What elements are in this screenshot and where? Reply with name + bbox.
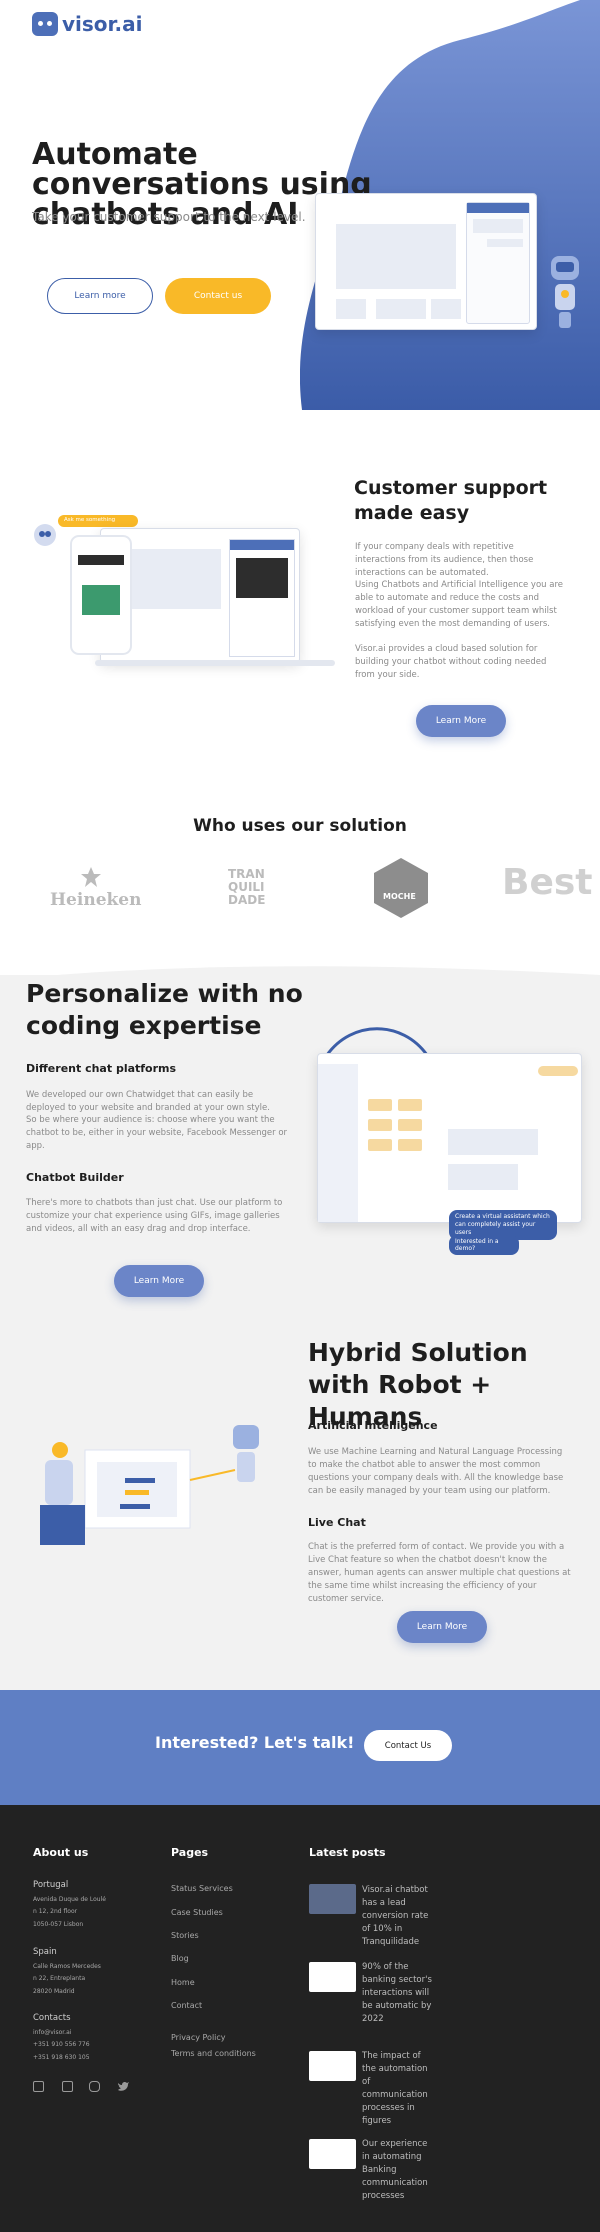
instagram-icon[interactable]: [89, 2081, 100, 2092]
footer-es-address-1: Calle Ramos Mercedes: [33, 1963, 101, 1970]
footer-latest-heading: Latest posts: [309, 1846, 386, 1859]
chat-platforms-text: We developed our own Chatwidget that can…: [26, 1090, 270, 1113]
client-logo-tranquilidade: TRANQUILIDADE: [228, 867, 266, 907]
robot-human-illustration: [40, 1425, 259, 1545]
post-title-1[interactable]: Visor.ai chatbot has a lead conversion r…: [362, 1884, 432, 1949]
post-thumbnail-4[interactable]: [309, 2139, 356, 2169]
robot-head-icon: [34, 524, 56, 546]
chatbot-builder-heading: Chatbot Builder: [26, 1171, 124, 1184]
footer-pt-address-2: n 12, 2nd floor: [33, 1908, 78, 1915]
footer-link-contact[interactable]: Contact: [171, 2001, 202, 2010]
logo[interactable]: visor.ai: [32, 12, 143, 36]
cta-text: Interested? Let's talk!: [155, 1733, 355, 1752]
chatbot-builder-text: There's more to chatbots than just chat.…: [26, 1198, 283, 1234]
footer-pt-address-1: Avenida Duque de Loulé: [33, 1896, 106, 1903]
post-title-4[interactable]: Our experience in automating Banking com…: [362, 2138, 432, 2203]
footer-email[interactable]: info@visor.ai: [33, 2028, 71, 2038]
client-logo-best: Best: [502, 862, 593, 903]
client-logo-heineken: Heineken: [50, 890, 142, 910]
footer-phone-1[interactable]: +351 910 556 776: [33, 2040, 90, 2050]
clients-title: Who uses our solution: [193, 816, 407, 836]
cta-contact-button[interactable]: Contact Us: [364, 1730, 452, 1761]
footer-link-stories[interactable]: Stories: [171, 1931, 199, 1940]
post-thumbnail-3[interactable]: [309, 2051, 356, 2081]
learn-more-button[interactable]: Learn more: [47, 278, 153, 314]
footer: [0, 1805, 600, 2232]
footer-spain: Spain: [33, 1947, 57, 1957]
hero-dashboard-mockup: [315, 193, 537, 330]
ask-badge: Ask me something: [64, 517, 116, 523]
footer-phone-2[interactable]: +351 918 630 105: [33, 2053, 90, 2063]
footer-link-terms[interactable]: Terms and conditions: [171, 2049, 256, 2058]
builder-illustration: Create a virtual assistant which can com…: [312, 1025, 587, 1255]
support-paragraph-3: Visor.ai provides a cloud based solution…: [355, 644, 547, 680]
footer-es-address-2: n 22, Entreplanta: [33, 1975, 86, 1982]
footer-link-privacy[interactable]: Privacy Policy: [171, 2033, 226, 2042]
robot-illustration-icon: [551, 256, 579, 328]
client-logo-moche-shape: [374, 858, 428, 918]
footer-link-case-studies[interactable]: Case Studies: [171, 1908, 223, 1917]
hero-subtitle: Take your customer support to the next l…: [32, 210, 306, 224]
support-paragraph-2: Using Chatbots and Artificial Intelligen…: [355, 580, 564, 629]
footer-link-blog[interactable]: Blog: [171, 1954, 189, 1963]
support-title: Customer support made easy: [354, 477, 548, 524]
footer-about-heading: About us: [33, 1846, 89, 1859]
footer-contacts: Contacts: [33, 2013, 71, 2023]
support-learn-more-button[interactable]: Learn More: [416, 705, 506, 737]
chat-bubble-2: Interested in a demo?: [449, 1235, 519, 1255]
footer-es-address-3: 28020 Madrid: [33, 1988, 75, 1995]
ai-text: We use Machine Learning and Natural Lang…: [308, 1447, 564, 1496]
post-title-3[interactable]: The impact of the automation of communic…: [362, 2050, 432, 2128]
linkedin-icon[interactable]: [33, 2081, 44, 2092]
chat-platforms-text-2: So be where your audience is: choose whe…: [26, 1115, 288, 1151]
footer-portugal: Portugal: [33, 1880, 69, 1890]
footer-link-home[interactable]: Home: [171, 1978, 195, 1987]
twitter-icon[interactable]: [117, 2081, 130, 2092]
contact-us-button[interactable]: Contact us: [165, 278, 271, 314]
support-illustration: Ask me something: [0, 510, 340, 670]
robot-logo-icon: [32, 12, 58, 36]
post-thumbnail-1[interactable]: [309, 1884, 356, 1914]
post-title-2[interactable]: 90% of the banking sector's interactions…: [362, 1961, 432, 2026]
client-logo-moche: MOCHE: [383, 892, 416, 901]
live-chat-heading: Live Chat: [308, 1516, 366, 1529]
facebook-icon[interactable]: [62, 2081, 73, 2092]
support-paragraph-1: If your company deals with repetitive in…: [355, 542, 534, 578]
personalize-title: Personalize with no coding expertise: [26, 979, 303, 1040]
post-thumbnail-2[interactable]: [309, 1962, 356, 1992]
footer-pt-address-3: 1050-057 Lisbon: [33, 1921, 84, 1928]
live-chat-text: Chat is the preferred form of contact. W…: [308, 1542, 571, 1604]
star-icon: [81, 867, 101, 887]
ai-heading: Artificial Intelligence: [308, 1419, 438, 1432]
footer-link-status-services[interactable]: Status Services: [171, 1884, 233, 1893]
logo-text: visor.ai: [62, 12, 143, 36]
personalize-learn-more-button[interactable]: Learn More: [114, 1265, 204, 1297]
footer-pages-heading: Pages: [171, 1846, 209, 1859]
hybrid-learn-more-button[interactable]: Learn More: [397, 1611, 487, 1643]
chat-platforms-heading: Different chat platforms: [26, 1062, 177, 1075]
